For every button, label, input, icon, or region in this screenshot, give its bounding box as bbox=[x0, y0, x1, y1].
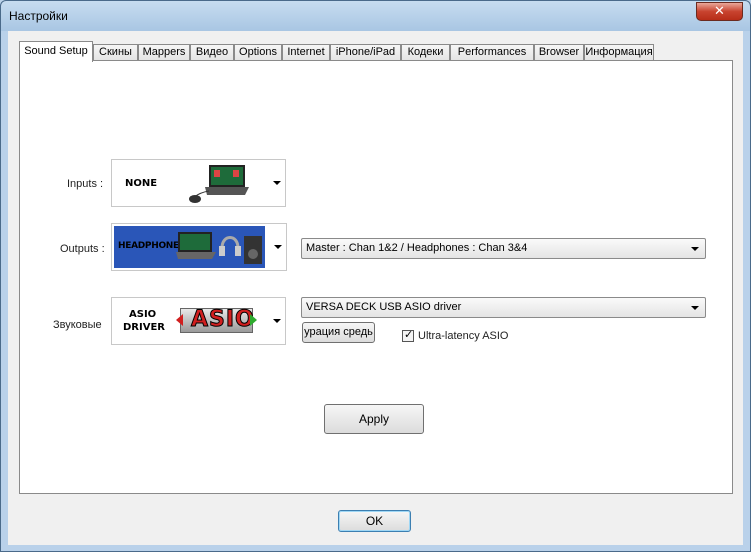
outputs-combo-value: Master : Chan 1&2 / Headphones : Chan 3&… bbox=[306, 242, 528, 254]
asio-logo-text: ASIO bbox=[191, 307, 255, 333]
checkmark-icon: ✓ bbox=[404, 328, 414, 341]
apply-button[interactable]: Apply bbox=[324, 404, 424, 434]
tab-video[interactable]: Видео bbox=[190, 44, 234, 61]
tab-sound-setup[interactable]: Sound Setup bbox=[19, 41, 93, 62]
tab-performances[interactable]: Performances bbox=[450, 44, 534, 61]
tab-mappers[interactable]: Mappers bbox=[138, 44, 190, 61]
tab-codecs[interactable]: Кодеки bbox=[401, 44, 450, 61]
chevron-down-icon bbox=[691, 306, 699, 310]
ultra-latency-checkbox[interactable]: ✓ bbox=[402, 328, 414, 342]
arrow-left-icon bbox=[176, 314, 183, 326]
chevron-down-icon bbox=[273, 181, 281, 185]
sound-setup-panel: Inputs : NONE Outputs : HEADPHONES Maste… bbox=[19, 60, 733, 494]
outputs-selector[interactable]: HEADPHONES bbox=[111, 223, 287, 271]
tab-skins[interactable]: Скины bbox=[93, 44, 138, 61]
window-title: Настройки bbox=[9, 9, 68, 23]
inputs-selector[interactable]: NONE bbox=[111, 159, 286, 207]
laptop-mouse-icon bbox=[189, 165, 249, 203]
tab-iphone-ipad[interactable]: iPhone/iPad bbox=[330, 44, 401, 61]
tab-browser[interactable]: Browser bbox=[534, 44, 584, 61]
headphones-speaker-icon bbox=[176, 232, 262, 264]
tab-information[interactable]: Информация bbox=[584, 44, 654, 61]
chevron-down-icon bbox=[273, 319, 281, 323]
settings-window: Настройки ✕ Sound Setup Скины Mappers Ви… bbox=[0, 0, 751, 552]
dialog-client: Sound Setup Скины Mappers Видео Options … bbox=[8, 31, 743, 545]
sound-label: Звуковые bbox=[53, 319, 102, 331]
headphones-image-text: HEADPHONES bbox=[118, 241, 186, 251]
outputs-config-combo[interactable]: Master : Chan 1&2 / Headphones : Chan 3&… bbox=[301, 238, 706, 259]
inputs-label: Inputs : bbox=[67, 178, 104, 190]
driver-text: DRIVER bbox=[123, 322, 165, 333]
asio-text: ASIO bbox=[129, 309, 157, 320]
chevron-down-icon bbox=[691, 247, 699, 251]
inputs-image-text: NONE bbox=[125, 178, 158, 189]
headphones-image: HEADPHONES bbox=[114, 226, 265, 268]
title-bar[interactable]: Настройки ✕ bbox=[1, 1, 750, 31]
driver-config-button[interactable]: урация средь bbox=[302, 322, 375, 343]
ultra-latency-label: Ultra-latency ASIO bbox=[418, 330, 509, 342]
asio-logo: ASIO bbox=[176, 307, 257, 333]
close-button[interactable]: ✕ bbox=[696, 2, 743, 21]
tab-internet[interactable]: Internet bbox=[282, 44, 330, 61]
outputs-label: Outputs : bbox=[60, 243, 105, 255]
ok-button[interactable]: OK bbox=[338, 510, 411, 532]
sound-driver-selector[interactable]: ASIO DRIVER ASIO bbox=[111, 297, 286, 345]
close-icon: ✕ bbox=[714, 4, 725, 19]
chevron-down-icon bbox=[274, 245, 282, 249]
sound-driver-combo-value: VERSA DECK USB ASIO driver bbox=[306, 301, 462, 313]
sound-driver-combo[interactable]: VERSA DECK USB ASIO driver bbox=[301, 297, 706, 318]
arrow-right-icon bbox=[250, 314, 257, 326]
tab-options[interactable]: Options bbox=[234, 44, 282, 61]
